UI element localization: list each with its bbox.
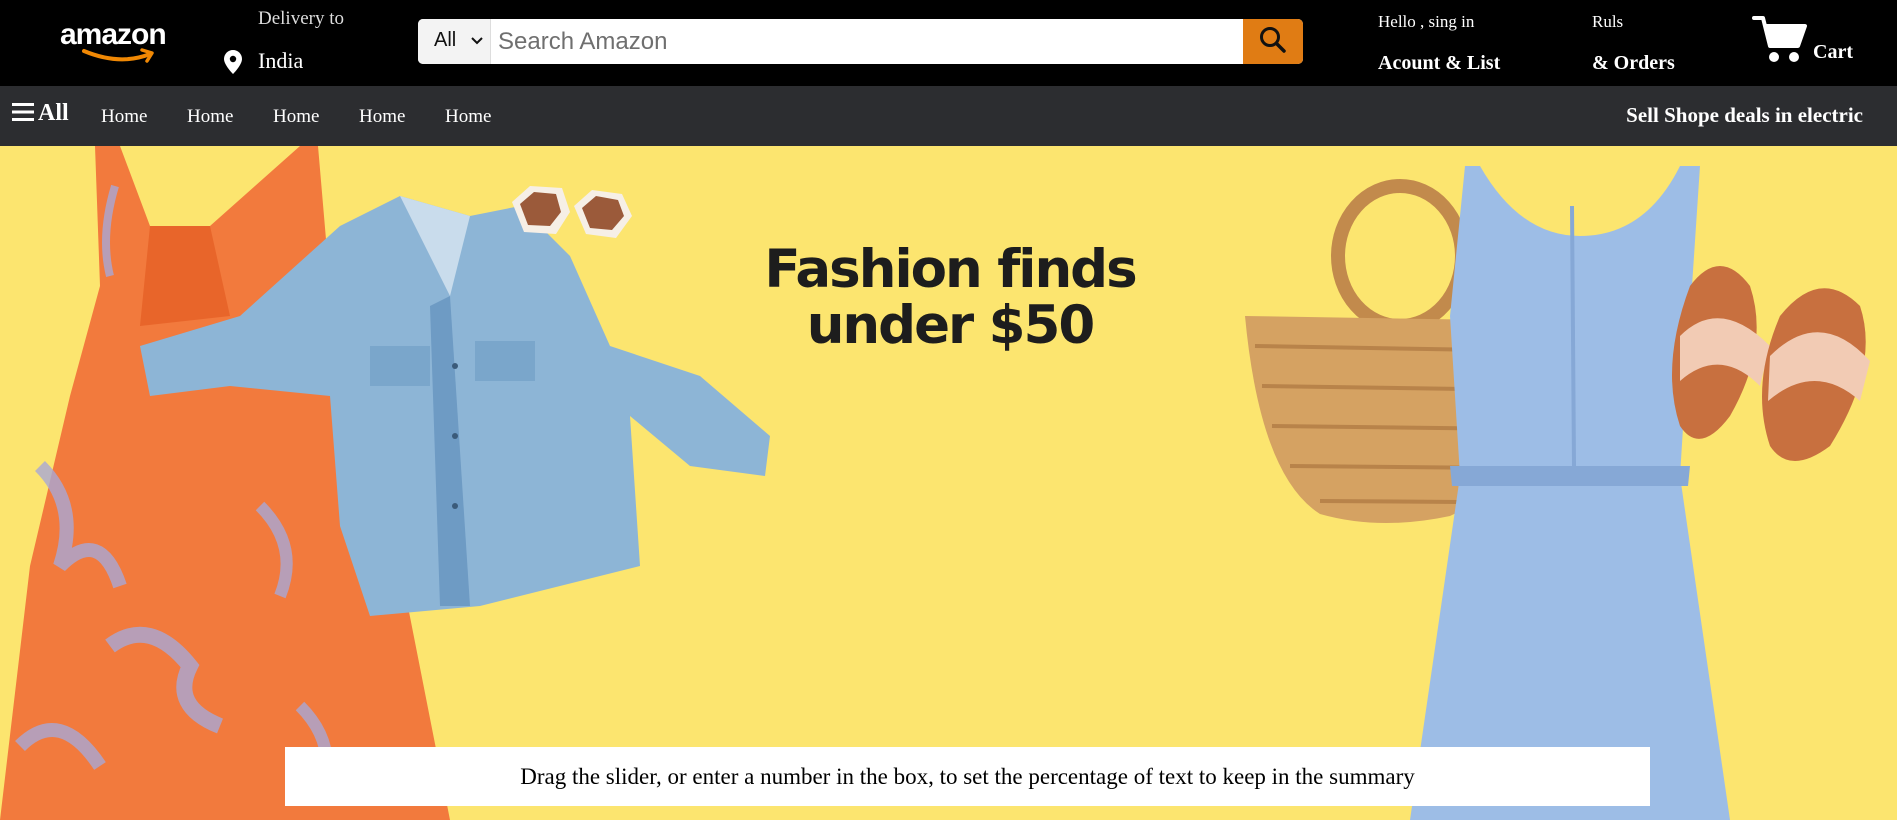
- cart-label: Cart: [1813, 41, 1853, 63]
- summary-caption-box: Drag the slider, or enter a number in th…: [285, 747, 1650, 806]
- search-input[interactable]: [492, 19, 1242, 64]
- amazon-logo[interactable]: amazon: [60, 18, 172, 63]
- account-greeting: Hello , sing in: [1378, 12, 1475, 31]
- orders-label: & Orders: [1592, 52, 1675, 74]
- nav-item-home[interactable]: Home: [359, 106, 405, 128]
- promo-link[interactable]: Sell Shope deals in electric: [1626, 103, 1863, 128]
- returns-and-orders[interactable]: Ruls & Orders: [1592, 10, 1702, 78]
- account-label: Acount & List: [1378, 52, 1501, 74]
- blue-dress-image: [1410, 166, 1730, 820]
- logo-text: amazon: [60, 18, 167, 51]
- search-button[interactable]: [1243, 19, 1303, 64]
- cart-icon: [1752, 16, 1807, 62]
- search-bar: All: [418, 19, 1303, 64]
- hamburger-menu-icon: [12, 103, 34, 121]
- delivery-label: Delivery to: [258, 8, 345, 29]
- search-icon: [1260, 27, 1286, 53]
- nav-item-home[interactable]: Home: [273, 106, 319, 128]
- chevron-down-icon: [471, 37, 483, 45]
- cart-button[interactable]: Cart: [1752, 14, 1872, 74]
- nav-item-home[interactable]: Home: [101, 106, 147, 128]
- hero-banner[interactable]: Fashion finds under $50: [0, 146, 1897, 820]
- nav-item-home[interactable]: Home: [445, 106, 491, 128]
- location-pin-icon: [224, 50, 242, 74]
- hero-title: Fashion finds under $50: [700, 242, 1200, 354]
- delivery-country: India: [258, 48, 304, 73]
- top-header: amazon Delivery to India All Hell: [0, 0, 1897, 86]
- nav-item-home[interactable]: Home: [187, 106, 233, 128]
- all-menu-label: All: [38, 100, 69, 126]
- account-and-lists[interactable]: Hello , sing in Acount & List: [1378, 10, 1548, 78]
- hero-title-line1: Fashion finds: [764, 239, 1137, 300]
- logo-smile-icon: [82, 48, 154, 63]
- all-menu-button[interactable]: All: [12, 100, 69, 127]
- delivery-location[interactable]: Delivery to India: [224, 8, 374, 78]
- orders-small-label: Ruls: [1592, 12, 1624, 31]
- search-category-label: All: [434, 29, 457, 51]
- hero-title-line2: under $50: [806, 295, 1096, 356]
- search-category-dropdown[interactable]: All: [418, 19, 491, 64]
- sandals-image: [1672, 266, 1870, 461]
- sunglasses-image: [512, 186, 632, 238]
- secondary-nav: All Home Home Home Home Home Sell Shope …: [0, 86, 1897, 146]
